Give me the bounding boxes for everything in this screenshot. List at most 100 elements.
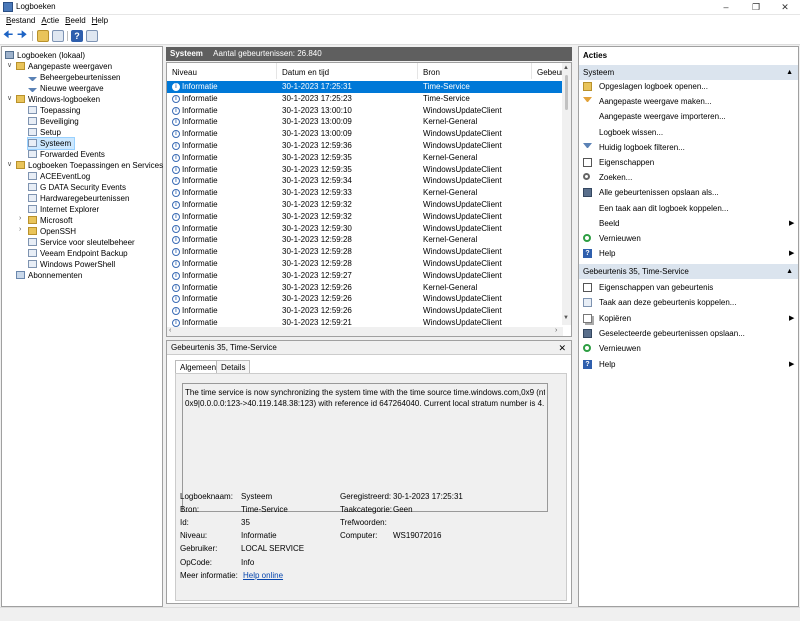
tree-item-service-sleutelbeheer[interactable]: Service voor sleutelbeheer [28,237,135,248]
action-item[interactable]: ? Help ▶ [579,359,798,370]
action-item[interactable]: Zoeken... [579,172,798,183]
event-row[interactable]: i Informatie 30-1-2023 12:59:34 WindowsUpda… [167,175,563,187]
action-item[interactable]: Een taak aan dit logboek koppelen... [579,203,798,214]
event-row[interactable]: i Informatie 30-1-2023 12:59:28 WindowsUpda… [167,246,563,258]
tree-item-windows-powershell[interactable]: Windows PowerShell [28,259,115,270]
chevron-right-icon[interactable]: › [19,215,21,222]
tree-item-gdata-security-events[interactable]: G DATA Security Events [28,182,126,193]
action-item[interactable]: Aangepaste weergave maken... [579,96,798,107]
event-row[interactable]: i Informatie 30-1-2023 13:00:09 Kernel-Gene… [167,116,563,128]
horizontal-scrollbar[interactable]: ‹ › [167,327,563,336]
event-row[interactable]: i Informatie 30-1-2023 12:59:26 WindowsUpda… [167,305,563,317]
event-row[interactable]: i Informatie 30-1-2023 13:00:09 WindowsUpda… [167,128,563,140]
column-header-datum[interactable]: Datum en tijd [277,63,418,79]
close-button[interactable]: ✕ [770,0,800,15]
tree-item-toepassing[interactable]: Toepassing [28,105,80,116]
action-item[interactable]: Alle gebeurtenissen opslaan als... [579,187,798,198]
scroll-left-arrow-icon[interactable]: ‹ [169,327,171,334]
folder-up-icon[interactable] [37,30,49,42]
column-header-niveau[interactable]: Niveau [167,63,277,79]
action-item[interactable]: Vernieuwen [579,343,798,354]
event-row[interactable]: i Informatie 30-1-2023 12:59:32 WindowsUpda… [167,199,563,211]
help-icon[interactable]: ? [71,30,83,42]
menu-actie[interactable]: Actie [35,15,59,28]
tree-item-beheergebeurtenissen[interactable]: Beheergebeurtenissen [28,72,121,83]
column-header-bron[interactable]: Bron [418,63,532,79]
action-item[interactable]: Kopiëren ▶ [579,313,798,324]
scroll-right-arrow-icon[interactable]: › [555,327,557,334]
tree-item-logboeken-lokaal[interactable]: Logboeken (lokaal) [5,50,85,61]
show-hide-tree-icon[interactable] [52,30,64,42]
tab-details[interactable]: Details [216,360,251,373]
action-item[interactable]: ? Help ▶ [579,248,798,259]
tree-item-aceeventlog[interactable]: ACEEventLog [28,171,90,182]
actions-section-event[interactable]: Gebeurtenis 35, Time-Service ▲ [579,264,798,279]
event-row[interactable]: i Informatie 30-1-2023 12:59:26 WindowsUpda… [167,293,563,305]
tree-item-forwarded-events[interactable]: Forwarded Events [28,149,105,160]
event-row[interactable]: i Informatie 30-1-2023 13:00:10 WindowsUpda… [167,105,563,117]
event-row[interactable]: i Informatie 30-1-2023 12:59:32 WindowsUpda… [167,211,563,223]
tree-item-hardwaregebeurtenissen[interactable]: Hardwaregebeurtenissen [28,193,129,204]
chevron-right-icon[interactable]: › [19,226,21,233]
tree-item-nieuwe-weergave[interactable]: Nieuwe weergave [28,83,104,94]
action-item[interactable]: Eigenschappen van gebeurtenis [579,282,798,293]
scroll-up-arrow-icon[interactable]: ▲ [563,65,569,71]
action-item[interactable]: Beeld ▶ [579,218,798,229]
event-row[interactable]: i Informatie 30-1-2023 12:59:28 WindowsUpda… [167,258,563,270]
chevron-down-icon[interactable]: ∨ [7,94,12,102]
forward-arrow-icon[interactable]: 🠊 [17,30,29,42]
properties-icon [583,283,592,292]
tree-item-beveiliging[interactable]: Beveiliging [28,116,79,127]
event-row[interactable]: i Informatie 30-1-2023 12:59:26 Kernel-Gene… [167,282,563,294]
tree-item-microsoft[interactable]: Microsoft [28,215,72,226]
action-item[interactable]: Logboek wissen... [579,127,798,138]
actions-section-systeem[interactable]: Systeem ▲ [579,65,798,80]
tree-item-systeem[interactable]: Systeem [26,137,76,150]
action-item[interactable]: Opgeslagen logboek openen... [579,81,798,92]
tree-item-abonnementen[interactable]: Abonnementen [16,270,82,281]
action-item[interactable]: Eigenschappen [579,157,798,168]
tree-item-openssh[interactable]: OpenSSH [28,226,76,237]
chevron-down-icon[interactable]: ∨ [7,61,12,69]
event-row[interactable]: i Informatie 30-1-2023 12:59:35 Kernel-Gene… [167,152,563,164]
information-icon: i [172,201,180,209]
event-row[interactable]: i Informatie 30-1-2023 12:59:33 Kernel-Gene… [167,187,563,199]
event-row[interactable]: i Informatie 30-1-2023 12:59:36 WindowsUpda… [167,140,563,152]
event-row[interactable]: i Informatie 30-1-2023 12:59:27 WindowsUpda… [167,270,563,282]
event-row[interactable]: i Informatie 30-1-2023 17:25:23 Time-Servic… [167,93,563,105]
tree-item-windows-logboeken[interactable]: Windows-logboeken [16,94,100,105]
collapse-arrow-icon[interactable]: ▲ [786,264,793,279]
event-row[interactable]: i Informatie 30-1-2023 12:59:35 WindowsUpda… [167,164,563,176]
action-item[interactable]: Huidig logboek filteren... [579,142,798,153]
cell-datum: 30-1-2023 12:59:33 [282,188,352,198]
minimize-button[interactable]: – [711,0,741,15]
maximize-button[interactable]: ❐ [741,0,771,15]
menu-help[interactable]: Help [86,15,108,28]
tree-item-label: Logboeken (lokaal) [17,51,86,60]
action-item[interactable]: Geselecteerde gebeurtenissen opslaan... [579,328,798,339]
menu-bestand[interactable]: Bestand [0,15,35,28]
vertical-scrollbar[interactable]: ▲ ▼ [562,63,571,325]
action-pane-icon[interactable] [86,30,98,42]
event-row[interactable]: i Informatie 30-1-2023 17:25:31 Time-Servic… [167,81,563,93]
tree-item-logboeken-toepassingen[interactable]: Logboeken Toepassingen en Services [16,160,163,171]
action-item[interactable]: Vernieuwen [579,233,798,244]
event-row[interactable]: i Informatie 30-1-2023 12:59:28 Kernel-Gene… [167,234,563,246]
collapse-arrow-icon[interactable]: ▲ [786,65,793,80]
action-item[interactable]: Aangepaste weergave importeren... [579,111,798,122]
tree-item-aangepaste-weergaven[interactable]: Aangepaste weergaven [16,61,112,72]
help-online-link[interactable]: Help online [243,571,283,580]
scroll-down-arrow-icon[interactable]: ▼ [563,315,569,321]
scrollbar-thumb[interactable] [565,75,568,110]
tab-algemeen[interactable]: Algemeen [175,360,222,374]
event-row[interactable]: i Informatie 30-1-2023 12:59:30 WindowsUpda… [167,223,563,235]
submenu-arrow-icon: ▶ [789,250,795,258]
action-item[interactable]: Taak aan deze gebeurtenis koppelen... [579,297,798,308]
chevron-down-icon[interactable]: ∨ [7,160,12,168]
tree-item-veeam-endpoint-backup[interactable]: Veeam Endpoint Backup [28,248,128,259]
tree-item-setup[interactable]: Setup [28,127,61,138]
close-icon[interactable]: ✕ [558,341,566,355]
back-arrow-icon[interactable]: 🠈 [3,30,15,42]
tree-item-internet-explorer[interactable]: Internet Explorer [28,204,99,215]
menu-beeld[interactable]: Beeld [59,15,85,28]
